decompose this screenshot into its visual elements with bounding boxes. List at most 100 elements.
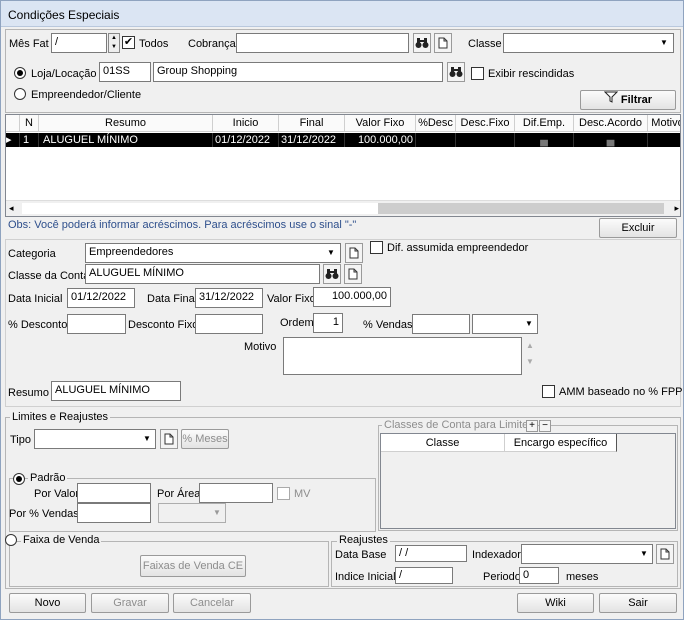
grid-header-desc-fixo[interactable]: Desc.Fixo (456, 115, 515, 132)
desconto-fixo-input[interactable] (195, 314, 263, 334)
classes-header-classe[interactable]: Classe (381, 434, 505, 452)
resumo-input[interactable]: ALUGUEL MÍNIMO (51, 381, 181, 401)
classe-conta-input[interactable]: ALUGUEL MÍNIMO (85, 264, 320, 284)
grid-header-desc[interactable]: %Desc (416, 115, 456, 132)
wiki-button[interactable]: Wiki (517, 593, 594, 613)
row-desc-cell[interactable] (416, 133, 456, 147)
cobranca-label: Cobrança (188, 38, 236, 50)
pct-meses-button[interactable]: % Meses (181, 429, 229, 449)
chevron-down-icon[interactable]: ▼ (210, 504, 224, 520)
filter-icon (603, 91, 619, 109)
row-desc-fixo-cell[interactable] (456, 133, 515, 147)
new-document-icon[interactable] (434, 33, 452, 53)
indexador-label: Indexador (472, 549, 521, 561)
grid-header-dif-emp[interactable]: Dif.Emp. (515, 115, 574, 132)
amm-checkbox[interactable] (542, 385, 555, 398)
chevron-down-icon[interactable]: ▼ (657, 34, 671, 50)
mes-fat-label: Mês Fat (9, 38, 49, 50)
loja-radio[interactable] (14, 67, 26, 79)
sair-button[interactable]: Sair (599, 593, 677, 613)
row-indicator: ▸ (6, 133, 20, 147)
motivo-scroll-icon[interactable]: ▲ ▼ (526, 338, 534, 370)
chevron-down-icon[interactable]: ▼ (140, 430, 154, 446)
loja-name-input[interactable]: Group Shopping (153, 62, 443, 82)
gravar-button[interactable]: Gravar (91, 593, 169, 613)
row-motivo-cell[interactable] (648, 133, 680, 147)
row-inicio-cell[interactable]: 01/12/2022 (213, 133, 279, 147)
pct-desconto-input[interactable] (67, 314, 126, 334)
data-base-input[interactable]: / / (395, 545, 467, 562)
mes-fat-spinner[interactable]: ▲ ▼ (108, 33, 120, 53)
new-document-icon[interactable] (656, 544, 674, 564)
grid-header-motivo[interactable]: Motivo (648, 115, 680, 132)
por-area-input[interactable] (199, 483, 273, 503)
classes-conta-grid[interactable]: Classe Encargo específico (380, 433, 676, 529)
row-final-cell[interactable]: 31/12/2022 (279, 133, 345, 147)
scroll-thumb[interactable] (22, 203, 378, 214)
motivo-textarea[interactable] (283, 337, 522, 375)
binoculars-icon[interactable] (447, 62, 465, 82)
ordem-input[interactable]: 1 (313, 313, 343, 333)
remove-icon[interactable]: − (539, 420, 551, 432)
faixa-venda-radio[interactable] (5, 534, 17, 546)
periodo-input[interactable]: 0 (519, 567, 559, 584)
cancelar-button[interactable]: Cancelar (173, 593, 251, 613)
mv-checkbox[interactable] (277, 487, 290, 500)
pct-vendas-input[interactable] (412, 314, 470, 334)
padrao-radio[interactable] (13, 473, 25, 485)
todos-checkbox[interactable]: ✔ (122, 36, 135, 49)
row-desc-acordo-cell[interactable]: ▄ (574, 133, 648, 147)
chevron-down-icon[interactable]: ▼ (522, 315, 536, 331)
amm-label: AMM baseado no % FPP (559, 386, 683, 398)
chevron-down-icon[interactable]: ▼ (637, 545, 651, 561)
row-resumo-cell[interactable]: ALUGUEL MÍNIMO (39, 133, 213, 147)
exibir-rescindidas-checkbox[interactable] (471, 67, 484, 80)
grid-header-n[interactable]: N (20, 115, 39, 132)
row-dif-emp-cell[interactable]: ▄ (515, 133, 574, 147)
faixas-venda-button[interactable]: Faixas de Venda CE (140, 555, 246, 577)
indexador-select[interactable] (521, 544, 653, 564)
new-document-icon[interactable] (160, 429, 178, 449)
filtrar-button[interactable]: Filtrar (580, 90, 676, 110)
grid-header-inicio[interactable]: Inicio (213, 115, 279, 132)
ordem-label: Ordem (280, 317, 314, 329)
scroll-right-icon[interactable]: ▸ (674, 203, 679, 214)
loja-label: Loja/Locação (31, 68, 97, 80)
novo-button[interactable]: Novo (9, 593, 86, 613)
classes-header-encargo[interactable]: Encargo específico (505, 434, 617, 452)
cobranca-input[interactable] (236, 33, 409, 53)
data-final-input[interactable]: 31/12/2022 (195, 288, 263, 308)
scroll-track[interactable] (378, 203, 664, 214)
new-document-icon[interactable] (345, 243, 363, 263)
categoria-label: Categoria (8, 248, 56, 260)
new-document-icon[interactable] (344, 264, 362, 284)
row-valor-fixo-cell[interactable]: 100.000,00 (345, 133, 416, 147)
reajustes-title: Reajustes (337, 534, 390, 546)
classe-select[interactable] (503, 33, 674, 53)
row-n-cell[interactable]: 1 (20, 133, 39, 147)
padrao-label: Padrão (28, 472, 68, 484)
excluir-button[interactable]: Excluir (599, 218, 677, 238)
loja-code-input[interactable]: 01SS (99, 62, 151, 82)
tipo-select[interactable] (34, 429, 156, 449)
binoculars-icon[interactable] (323, 264, 341, 284)
data-inicial-input[interactable]: 01/12/2022 (67, 288, 135, 308)
add-icon[interactable]: + (526, 420, 538, 432)
scroll-left-icon[interactable]: ◂ (9, 203, 14, 214)
grid-header-resumo[interactable]: Resumo (39, 115, 213, 132)
grid-header-valor-fixo[interactable]: Valor Fixo (345, 115, 416, 132)
chevron-down-icon[interactable]: ▼ (324, 244, 338, 260)
conditions-grid[interactable]: N Resumo Inicio Final Valor Fixo %Desc D… (5, 114, 681, 217)
por-valor-input[interactable] (77, 483, 151, 503)
grid-header-final[interactable]: Final (279, 115, 345, 132)
valor-fixo-input[interactable]: 100.000,00 (313, 287, 391, 307)
binoculars-icon[interactable] (413, 33, 431, 53)
categoria-select[interactable]: Empreendedores (85, 243, 341, 263)
horizontal-scrollbar[interactable]: ◂ ▸ (6, 200, 680, 216)
empreendedor-radio[interactable] (14, 88, 26, 100)
indice-inicial-input[interactable]: / (395, 567, 453, 584)
por-pct-vendas-input[interactable] (77, 503, 151, 523)
mes-fat-input[interactable]: / (51, 33, 107, 53)
dif-assumida-checkbox[interactable] (370, 241, 383, 254)
grid-header-desc-acordo[interactable]: Desc.Acordo (574, 115, 648, 132)
